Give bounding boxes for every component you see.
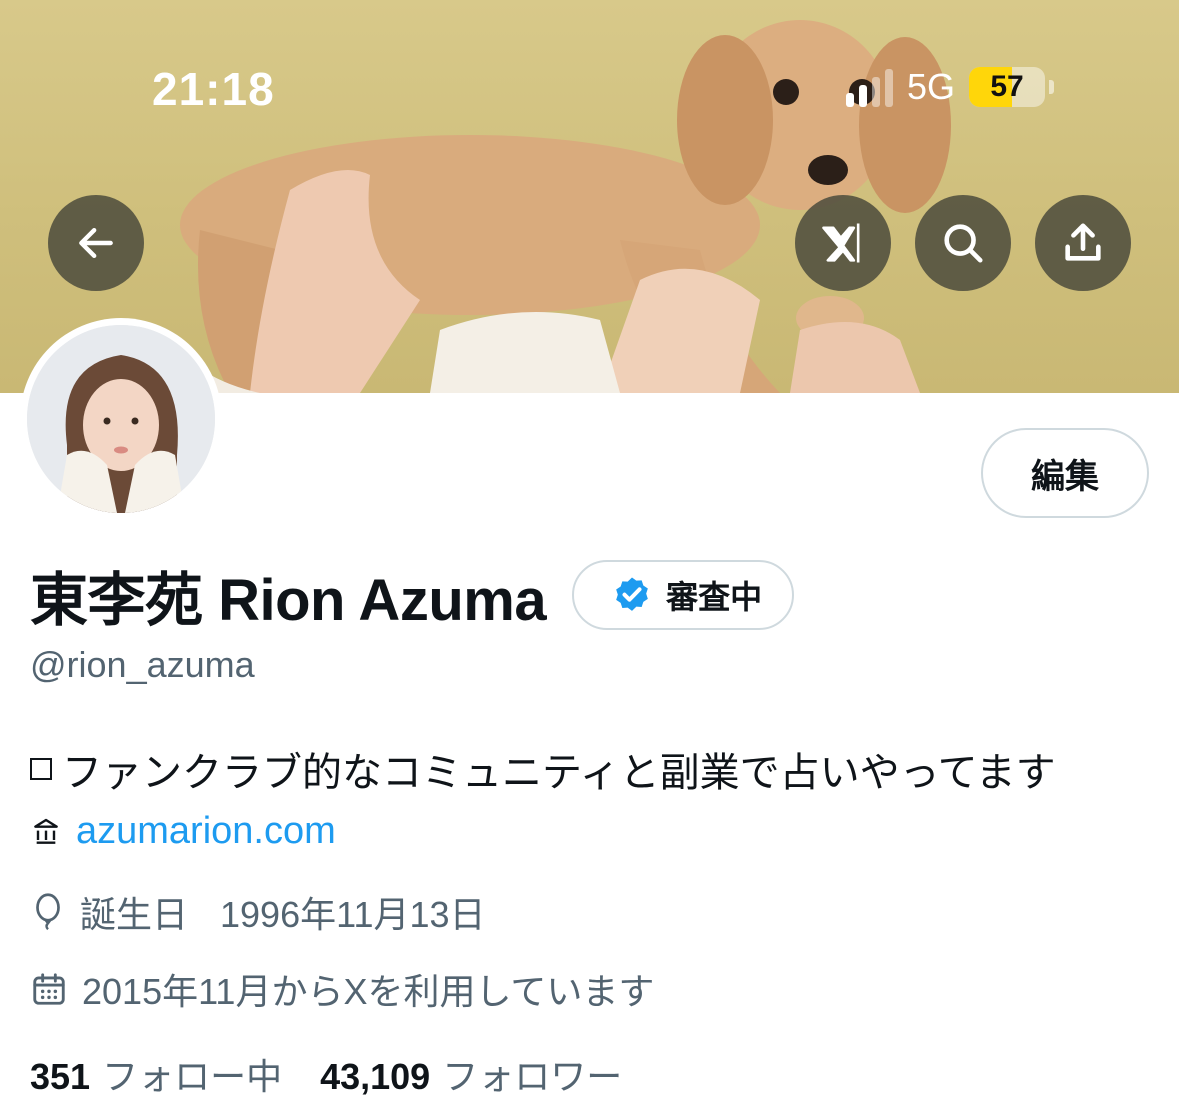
- edit-profile-button[interactable]: 編集: [981, 428, 1149, 518]
- birthday-date: 1996年11月13日: [220, 894, 486, 935]
- share-icon: [1065, 223, 1101, 261]
- verification-label: 審査中: [666, 579, 763, 615]
- verified-badge-icon: [616, 577, 648, 611]
- institution-icon: [34, 818, 58, 844]
- status-time: 21:18: [152, 63, 275, 115]
- share-button[interactable]: [1035, 195, 1131, 291]
- grok-icon: [822, 223, 860, 263]
- battery-tip: [1049, 80, 1055, 94]
- joined-date: 2015年11月からXを利用しています: [82, 971, 655, 1012]
- arrow-left-icon: [79, 227, 113, 259]
- grok-button[interactable]: [795, 195, 891, 291]
- birthday-row: 誕生日 1996年11月13日: [30, 886, 486, 938]
- back-button[interactable]: [48, 195, 144, 291]
- following-count[interactable]: 351: [30, 1056, 90, 1098]
- signal-strength-icon: [846, 67, 893, 107]
- user-handle: @rion_azuma: [30, 644, 255, 685]
- avatar-photo: [27, 325, 215, 513]
- website-row: azumarion.com: [30, 810, 336, 853]
- joined-row: 2015年11月からXを利用しています: [30, 963, 654, 1015]
- followers-label[interactable]: フォロワー: [442, 1048, 622, 1100]
- battery-percentage: 57: [990, 70, 1024, 103]
- follow-stats: 351 フォロー中 43,109 フォロワー: [30, 1048, 622, 1100]
- website-link[interactable]: azumarion.com: [76, 810, 336, 853]
- bio-square-icon: [30, 758, 52, 780]
- status-indicators: 5G 57: [846, 66, 1055, 108]
- search-icon: [944, 224, 983, 263]
- balloon-icon: [36, 893, 60, 931]
- calendar-icon: [33, 973, 65, 1005]
- profile-name-row: 東李苑 Rion Azuma 審査中: [30, 553, 795, 637]
- search-button[interactable]: [915, 195, 1011, 291]
- followers-count[interactable]: 43,109: [320, 1056, 430, 1098]
- verification-review-badge[interactable]: 審査中: [572, 560, 795, 630]
- network-type: 5G: [907, 66, 956, 107]
- profile-bio: ファンクラブ的なコミュニティと副業で占いやってます: [30, 740, 1056, 798]
- following-label[interactable]: フォロー中: [102, 1048, 282, 1100]
- bio-text: ファンクラブ的なコミュニティと副業で占いやってます: [62, 751, 1056, 795]
- battery-icon: 57: [969, 67, 1046, 107]
- display-name: 東李苑 Rion Azuma: [30, 568, 547, 633]
- birthday-label: 誕生日: [80, 894, 189, 935]
- profile-avatar[interactable]: [20, 318, 222, 520]
